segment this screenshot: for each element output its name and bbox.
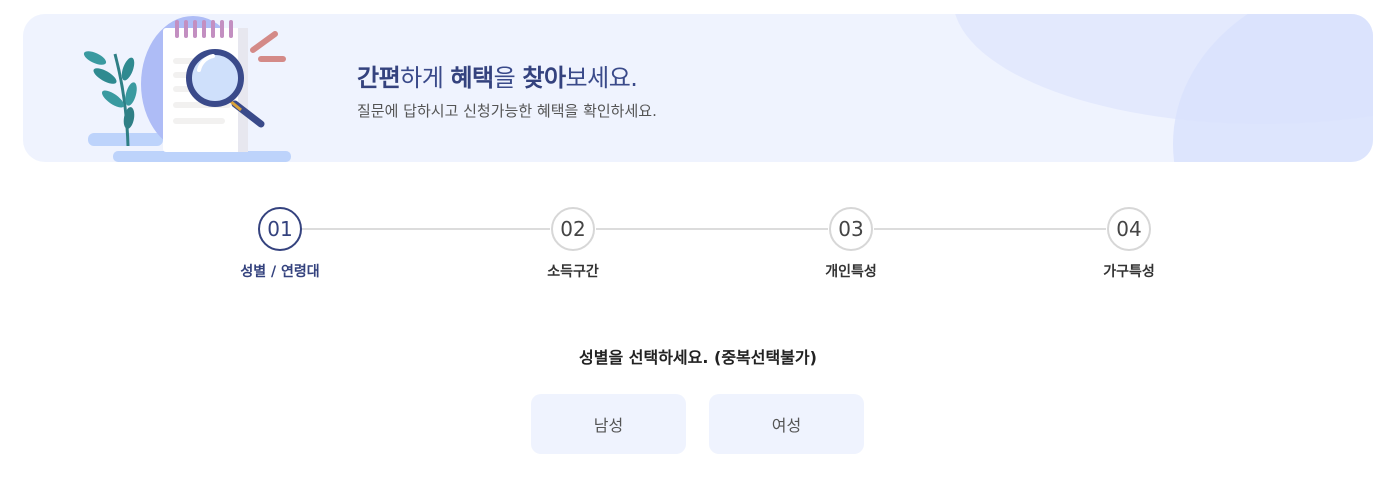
step-2-label: 소득구간 <box>547 264 599 280</box>
option-female-button[interactable]: 여성 <box>709 394 864 454</box>
step-connector <box>874 228 1106 230</box>
step-indicator: 01 02 03 04 성별 / 연령대 소득구간 개인특성 가구특성 <box>0 0 1388 300</box>
step-2-number[interactable]: 02 <box>551 207 595 251</box>
step-1-label: 성별 / 연령대 <box>240 264 320 280</box>
question-title: 성별을 선택하세요. (중복선택불가) <box>579 348 817 367</box>
step-connector <box>302 228 550 230</box>
step-connector <box>596 228 828 230</box>
option-male-button[interactable]: 남성 <box>531 394 686 454</box>
step-3-number[interactable]: 03 <box>829 207 873 251</box>
step-1-number[interactable]: 01 <box>258 207 302 251</box>
step-4-number[interactable]: 04 <box>1107 207 1151 251</box>
step-3-label: 개인특성 <box>825 264 877 280</box>
step-4-label: 가구특성 <box>1103 264 1155 280</box>
